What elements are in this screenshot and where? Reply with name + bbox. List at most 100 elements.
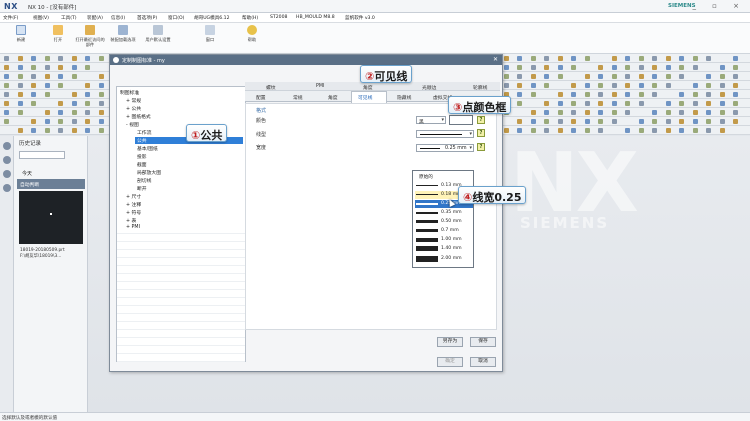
toolbar-tool-icon[interactable] — [530, 83, 536, 88]
toolbar-tool-icon[interactable] — [503, 128, 509, 133]
toolbar-tool-icon[interactable] — [706, 110, 711, 115]
linetype-help-icon[interactable]: ? — [477, 129, 485, 137]
toolbar-tool-icon[interactable] — [692, 83, 698, 88]
toolbar-tool-icon[interactable] — [611, 65, 617, 70]
toolbar-tool-icon[interactable] — [571, 56, 576, 61]
toolbar-tool-icon[interactable] — [44, 65, 50, 70]
toolbar-tool-icon[interactable] — [598, 65, 603, 70]
toolbar-tool-icon[interactable] — [85, 110, 90, 115]
toolbar-tool-icon[interactable] — [598, 83, 603, 88]
toolbar-tool-icon[interactable] — [17, 128, 23, 133]
toolbar-tool-icon[interactable] — [719, 92, 725, 97]
toolbar-tool-icon[interactable] — [31, 119, 36, 124]
toolbar-tool-icon[interactable] — [652, 128, 657, 133]
toolbar-tool-icon[interactable] — [665, 110, 671, 115]
menu-st2008[interactable]: ST2008 — [270, 15, 287, 20]
toolbar-tool-icon[interactable] — [71, 110, 77, 115]
width-option-0-50[interactable]: 0.50 mm — [415, 218, 473, 226]
toolbar-tool-icon[interactable] — [85, 65, 90, 70]
help-button[interactable]: 帮助 — [237, 25, 267, 42]
toolbar-tool-icon[interactable] — [638, 119, 644, 124]
toolbar-tool-icon[interactable] — [31, 101, 36, 106]
ok-button[interactable]: 确定 — [437, 357, 463, 367]
toolbar-tool-icon[interactable] — [4, 92, 9, 97]
tab-hidden-lines[interactable]: 隐藏线 — [397, 94, 411, 101]
width-option-0-35[interactable]: 0.35 mm — [415, 209, 473, 217]
toolbar-tool-icon[interactable] — [517, 92, 522, 97]
toolbar-tool-icon[interactable] — [31, 83, 36, 88]
toolbar-tool-icon[interactable] — [706, 56, 711, 61]
toolbar-tool-icon[interactable] — [692, 119, 698, 124]
toolbar-tool-icon[interactable] — [44, 110, 50, 115]
toolbar-tool-icon[interactable] — [530, 65, 536, 70]
tab-thread[interactable]: 螺纹 — [266, 84, 276, 91]
cancel-button[interactable]: 取消 — [470, 357, 496, 367]
toolbar-tool-icon[interactable] — [544, 128, 549, 133]
toolbar-tool-icon[interactable] — [4, 83, 9, 88]
toolbar-tool-icon[interactable] — [652, 110, 657, 115]
toolbar-tool-icon[interactable] — [692, 65, 698, 70]
toolbar-tool-icon[interactable] — [517, 65, 522, 70]
toolbar-tool-icon[interactable] — [638, 74, 644, 79]
tree-item-section[interactable]: 截面 — [137, 161, 147, 168]
toolbar-tool-icon[interactable] — [98, 74, 104, 79]
toolbar-tool-icon[interactable] — [679, 56, 684, 61]
toolbar-tool-icon[interactable] — [652, 119, 657, 124]
toolbar-tool-icon[interactable] — [665, 101, 671, 106]
menu-info[interactable]: 信息(I) — [111, 15, 125, 21]
tree-item-detail[interactable]: 局部放大图 — [137, 169, 161, 176]
toolbar-tool-icon[interactable] — [584, 119, 590, 124]
history-icon[interactable] — [2, 142, 11, 150]
toolbar-tool-icon[interactable] — [17, 74, 23, 79]
tab-silhouette[interactable]: 轮廓线 — [473, 84, 487, 91]
toolbar-tool-icon[interactable] — [679, 65, 684, 70]
toolbar-tool-icon[interactable] — [58, 128, 63, 133]
tab-visible-lines[interactable]: 可见线 — [358, 94, 372, 101]
open-button[interactable]: 打开 — [43, 25, 73, 42]
toolbar-tool-icon[interactable] — [692, 101, 698, 106]
toolbar-tool-icon[interactable] — [85, 56, 90, 61]
new-button[interactable]: 新建 — [6, 25, 36, 42]
toolbar-tool-icon[interactable] — [17, 83, 23, 88]
menu-help[interactable]: 帮助(H) — [242, 15, 258, 21]
toolbar-tool-icon[interactable] — [31, 56, 36, 61]
toolbar-tool-icon[interactable] — [625, 74, 630, 79]
tree-item-break[interactable]: 断开 — [137, 185, 147, 192]
toolbar-tool-icon[interactable] — [98, 56, 104, 61]
toolbar-tool-icon[interactable] — [85, 101, 90, 106]
toolbar-tool-icon[interactable] — [679, 128, 684, 133]
toolbar-tool-icon[interactable] — [665, 74, 671, 79]
web-icon[interactable] — [2, 184, 11, 192]
toolbar-tool-icon[interactable] — [58, 65, 63, 70]
toolbar-tool-icon[interactable] — [4, 65, 9, 70]
toolbar-tool-icon[interactable] — [71, 65, 77, 70]
color-help-icon[interactable]: ? — [477, 116, 485, 124]
toolbar-tool-icon[interactable] — [598, 92, 603, 97]
toolbar-tool-icon[interactable] — [665, 65, 671, 70]
toolbar-tool-icon[interactable] — [98, 110, 104, 115]
toolbar-tool-icon[interactable] — [71, 92, 77, 97]
toolbar-tool-icon[interactable] — [665, 56, 671, 61]
menu-hb-mould[interactable]: HB_MOULD M8.8 — [296, 15, 335, 20]
toolbar-tool-icon[interactable] — [719, 83, 725, 88]
toolbar-tool-icon[interactable] — [719, 74, 725, 79]
toolbar-tool-icon[interactable] — [530, 119, 536, 124]
toolbar-tool-icon[interactable] — [679, 92, 684, 97]
toolbar-tool-icon[interactable] — [679, 101, 684, 106]
toolbar-tool-icon[interactable] — [611, 110, 617, 115]
tree-item-table[interactable]: + 表 — [126, 217, 136, 224]
toolbar-tool-icon[interactable] — [544, 119, 549, 124]
window-controls[interactable]: _ ▫ × — [692, 2, 746, 10]
menu-tools[interactable]: 工具(T) — [61, 15, 77, 21]
tab-general[interactable]: 常规 — [293, 94, 303, 101]
toolbar-tool-icon[interactable] — [733, 119, 738, 124]
toolbar-tool-icon[interactable] — [98, 119, 104, 124]
toolbar-tool-icon[interactable] — [652, 65, 657, 70]
toolbar-tool-icon[interactable] — [679, 74, 684, 79]
width-option-2-00[interactable]: 2.00 mm — [415, 255, 473, 263]
toolbar-tool-icon[interactable] — [571, 83, 576, 88]
width-option-original[interactable]: 原始的 — [415, 173, 473, 181]
toolbar-tool-icon[interactable] — [692, 110, 698, 115]
toolbar-tool-icon[interactable] — [31, 74, 36, 79]
linetype-dropdown[interactable] — [416, 130, 474, 138]
